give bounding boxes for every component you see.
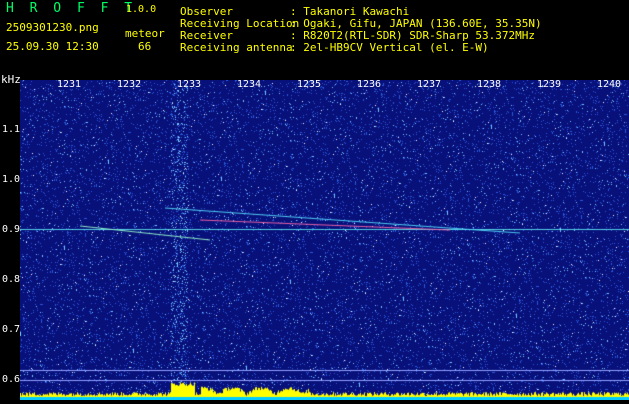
x-label-1232: 1232 (116, 79, 142, 90)
app-version: 1.0.0 (126, 4, 157, 15)
app-title: H R O F F T (6, 1, 137, 16)
x-label-1237: 1237 (416, 79, 442, 90)
x-label-1231: 1231 (56, 79, 82, 90)
x-label-1235: 1235 (296, 79, 322, 90)
x-label-1236: 1236 (356, 79, 382, 90)
detection-count: 66 (138, 40, 152, 53)
spectrogram-plot (20, 80, 629, 400)
y-label-1-1: 1.1 (1, 124, 20, 135)
y-label-0-6: 0.6 (1, 374, 20, 385)
header-panel: H R O F F T 1.0.0 2509301230.png meteor … (0, 0, 629, 70)
detection-type: meteor (125, 27, 165, 40)
x-label-1239: 1239 (536, 79, 562, 90)
y-label-0-9: 0.9 (1, 224, 20, 235)
file-timestamp: 25.09.30 12:30 (6, 40, 99, 53)
spectrogram-canvas (20, 80, 629, 400)
frequency-unit: kHz (1, 73, 21, 86)
y-label-0-7: 0.7 (1, 324, 20, 335)
file-name: 2509301230.png (6, 21, 99, 34)
x-label-1234: 1234 (236, 79, 262, 90)
y-label-1-0: 1.0 (1, 174, 20, 185)
x-label-1238: 1238 (476, 79, 502, 90)
info-antenna-value: : 2el-HB9CV Vertical (el. E-W) (290, 41, 489, 54)
x-label-1233: 1233 (176, 79, 202, 90)
info-antenna-key: Receiving antenna (180, 41, 293, 54)
x-label-1240: 1240 (596, 79, 622, 90)
y-label-0-8: 0.8 (1, 274, 20, 285)
